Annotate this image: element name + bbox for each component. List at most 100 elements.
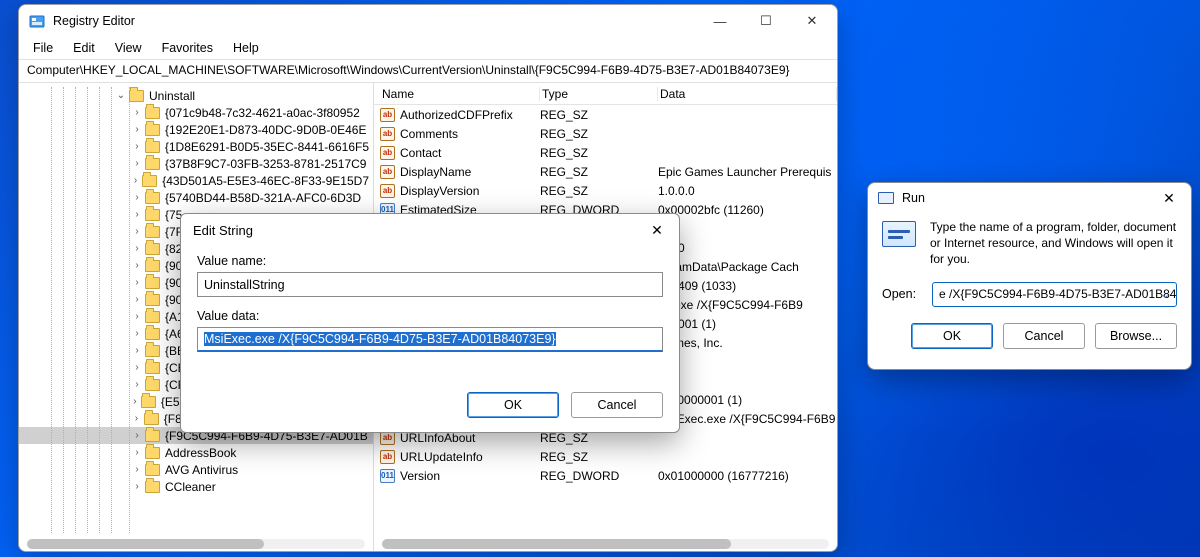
folder-icon xyxy=(145,141,160,153)
folder-icon xyxy=(145,243,160,255)
value-data: 0x00002bfc (11260) xyxy=(658,203,837,217)
tree-node[interactable]: › {5740BD44-B58D-321A-AFC0-6D3D xyxy=(19,189,373,206)
run-browse-button[interactable]: Browse... xyxy=(1095,323,1177,349)
tree-label: {5740BD44-B58D-321A-AFC0-6D3D xyxy=(165,191,361,205)
tree-node[interactable]: ›{192E20E1-D873-40DC-9D0B-0E46E xyxy=(19,121,373,138)
value-type: REG_SZ xyxy=(540,165,658,179)
run-title: Run xyxy=(902,191,1153,205)
value-name-label: Value name: xyxy=(197,254,663,268)
address-bar[interactable]: Computer\HKEY_LOCAL_MACHINE\SOFTWARE\Mic… xyxy=(19,59,837,83)
tree-h-scrollbar[interactable] xyxy=(27,539,365,549)
expander-icon[interactable]: › xyxy=(131,141,143,152)
expander-icon[interactable]: › xyxy=(131,226,143,237)
minimize-button[interactable]: — xyxy=(697,5,743,37)
expander-icon[interactable]: › xyxy=(131,430,143,441)
expander-icon[interactable]: › xyxy=(131,413,142,424)
value-row[interactable]: abCommentsREG_SZ xyxy=(374,124,837,143)
col-name[interactable]: Name xyxy=(380,87,540,101)
run-cancel-button[interactable]: Cancel xyxy=(1003,323,1085,349)
ok-button[interactable]: OK xyxy=(467,392,559,418)
tree-node[interactable]: ›AVG Antivirus xyxy=(19,461,373,478)
value-data-input[interactable]: MsiExec.exe /X{F9C5C994-F6B9-4D75-B3E7-A… xyxy=(197,327,663,352)
dialog-title: Edit String xyxy=(193,223,641,238)
tree-node[interactable]: ›{071c9b48-7c32-4621-a0ac-3f80952 xyxy=(19,104,373,121)
folder-icon xyxy=(145,209,160,221)
expander-icon[interactable]: › xyxy=(131,345,143,356)
run-icon xyxy=(882,221,916,247)
folder-icon xyxy=(145,430,160,442)
expander-icon[interactable]: › xyxy=(131,243,143,254)
value-name-input[interactable] xyxy=(197,272,663,297)
tree-node[interactable]: › CCleaner xyxy=(19,478,373,495)
value-name-cell: abContact xyxy=(380,146,540,160)
tree-node[interactable]: › AddressBook xyxy=(19,444,373,461)
run-ok-button[interactable]: OK xyxy=(911,323,993,349)
menu-file[interactable]: File xyxy=(25,39,61,57)
expander-icon[interactable]: › xyxy=(131,294,143,305)
open-combobox[interactable]: e /X{F9C5C994-F6B9-4D75-B3E7-AD01B84073E… xyxy=(932,282,1177,307)
expander-icon[interactable]: › xyxy=(131,260,143,271)
value-type: REG_SZ xyxy=(540,146,658,160)
menu-edit[interactable]: Edit xyxy=(65,39,103,57)
string-value-icon: ab xyxy=(380,450,395,464)
maximize-button[interactable]: ☐ xyxy=(743,5,789,37)
value-row[interactable]: abContactREG_SZ xyxy=(374,143,837,162)
expander-icon[interactable]: › xyxy=(131,447,143,458)
col-type[interactable]: Type xyxy=(540,87,658,101)
value-row[interactable]: abURLUpdateInfoREG_SZ xyxy=(374,447,837,466)
run-title-icon xyxy=(878,192,894,204)
expander-icon[interactable]: › xyxy=(131,209,143,220)
value-name-cell: abDisplayVersion xyxy=(380,184,540,198)
expander-icon[interactable]: › xyxy=(131,158,143,169)
expander-icon[interactable]: › xyxy=(131,464,143,475)
cancel-button[interactable]: Cancel xyxy=(571,392,663,418)
titlebar[interactable]: Registry Editor — ☐ ✕ xyxy=(19,5,837,37)
col-data[interactable]: Data xyxy=(658,87,837,101)
edit-string-dialog: Edit String ✕ Value name: Value data: Ms… xyxy=(180,213,680,433)
expander-icon[interactable]: › xyxy=(131,277,143,288)
value-row[interactable]: abAuthorizedCDFPrefixREG_SZ xyxy=(374,105,837,124)
expander-icon[interactable]: › xyxy=(131,362,143,373)
menu-help[interactable]: Help xyxy=(225,39,267,57)
expander-icon[interactable]: › xyxy=(131,396,139,407)
value-row[interactable]: abDisplayNameREG_SZEpic Games Launcher P… xyxy=(374,162,837,181)
run-close-button[interactable]: ✕ xyxy=(1153,185,1185,211)
value-row[interactable]: abDisplayVersionREG_SZ1.0.0.0 xyxy=(374,181,837,200)
expander-icon[interactable]: › xyxy=(131,311,143,322)
value-data: ec.exe /X{F9C5C994-F6B9 xyxy=(658,298,837,312)
tree-node[interactable]: ›{43D501A5-E5E3-46EC-8F33-9E15D7 xyxy=(19,172,373,189)
expander-icon[interactable]: › xyxy=(131,124,143,135)
values-header[interactable]: Name Type Data xyxy=(374,83,837,105)
value-name: URLUpdateInfo xyxy=(400,450,483,464)
values-h-scrollbar[interactable] xyxy=(382,539,829,549)
close-button[interactable]: ✕ xyxy=(789,5,835,37)
menu-view[interactable]: View xyxy=(107,39,150,57)
value-row[interactable]: 011VersionREG_DWORD0x01000000 (16777216) xyxy=(374,466,837,485)
value-data: 0x01000000 (16777216) xyxy=(658,469,837,483)
expander-icon[interactable]: › xyxy=(131,328,143,339)
dialog-close-button[interactable]: ✕ xyxy=(641,217,673,243)
tree-node[interactable]: ›{37B8F9C7-03FB-3253-8781-2517C9 xyxy=(19,155,373,172)
expander-icon[interactable]: › xyxy=(131,192,143,203)
folder-icon xyxy=(145,345,160,357)
folder-icon xyxy=(144,413,159,425)
folder-icon xyxy=(145,192,160,204)
value-data: 0x00000001 (1) xyxy=(658,393,837,407)
expander-icon[interactable]: › xyxy=(131,379,143,390)
value-name: DisplayVersion xyxy=(400,184,479,198)
tree-node-uninstall[interactable]: ⌄ Uninstall xyxy=(19,87,373,104)
value-data: Epic Games Launcher Prerequis xyxy=(658,165,837,179)
tree-label: {1D8E6291-B0D5-35EC-8441-6616F5 xyxy=(165,140,369,154)
folder-icon xyxy=(145,328,160,340)
menu-favorites[interactable]: Favorites xyxy=(154,39,221,57)
tree-node[interactable]: › {1D8E6291-B0D5-35EC-8441-6616F5 xyxy=(19,138,373,155)
value-name: AuthorizedCDFPrefix xyxy=(400,108,513,122)
expander-icon[interactable]: › xyxy=(131,175,140,186)
expander-icon[interactable]: › xyxy=(131,107,143,118)
expander-icon[interactable]: › xyxy=(131,481,143,492)
tree-label: AddressBook xyxy=(165,446,236,460)
tree-label: CCleaner xyxy=(165,480,216,494)
expander-icon[interactable]: ⌄ xyxy=(115,90,127,101)
chevron-down-icon[interactable]: ⌄ xyxy=(1161,288,1170,301)
string-value-icon: ab xyxy=(380,108,395,122)
